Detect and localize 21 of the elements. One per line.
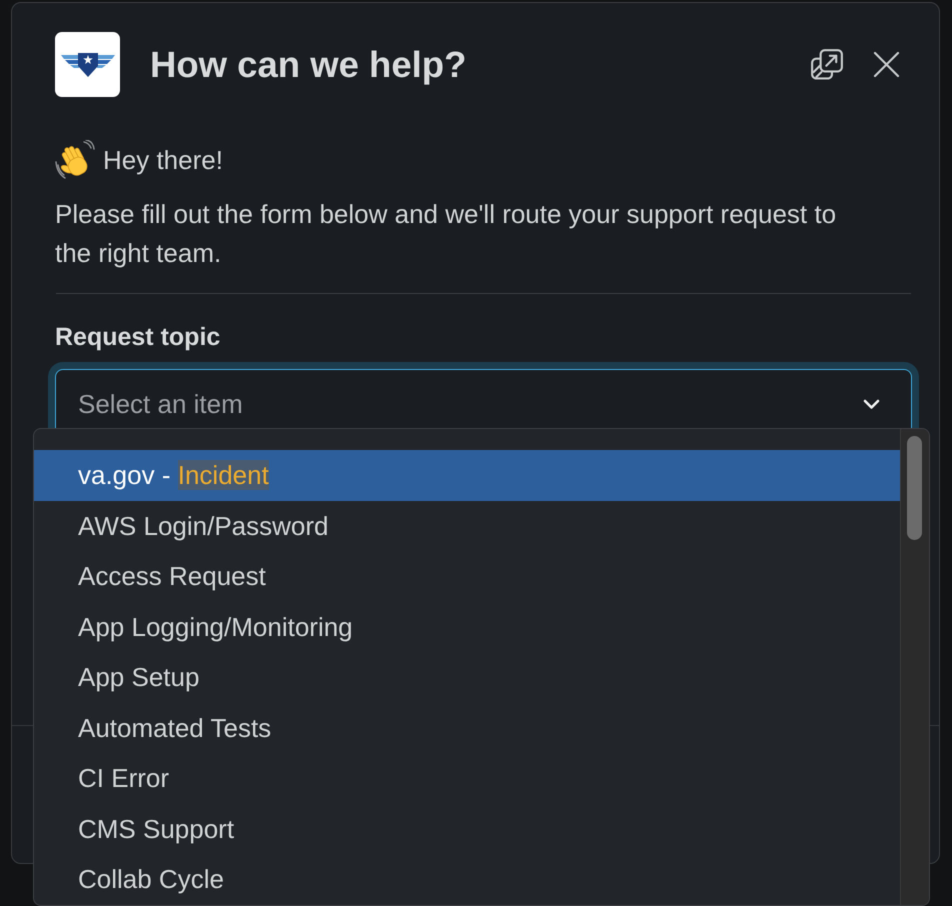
dropdown-option[interactable]: CMS Support (34, 804, 900, 854)
chevron-down-icon (863, 398, 880, 410)
dropdown-option[interactable]: App Setup (34, 652, 900, 702)
waving-hand-icon (55, 140, 95, 180)
winged-star-logo-icon (55, 32, 120, 97)
dropdown-option[interactable]: Automated Tests (34, 702, 900, 753)
dropdown-option[interactable]: AWS Login/Password (34, 500, 900, 551)
greeting-text: Hey there! (103, 145, 223, 175)
popout-button[interactable] (810, 48, 844, 82)
dropdown-option[interactable]: CI Error (34, 753, 900, 804)
dropdown-option[interactable]: va.gov - Incident (34, 450, 900, 500)
dropdown-option[interactable]: Collab Cycle (34, 854, 900, 904)
scrollbar-thumb[interactable] (907, 436, 922, 540)
dropdown-option[interactable]: App Logging/Monitoring (34, 602, 900, 652)
close-button[interactable] (873, 51, 900, 78)
dropdown-option[interactable]: Access Request (34, 551, 900, 602)
close-icon (873, 51, 900, 78)
intro-text: Please fill out the form below and we'll route your support request to the right team. (55, 198, 838, 270)
field-label: Request topic (55, 322, 222, 352)
dialog-title: How can we help? (150, 42, 468, 86)
popout-icon (810, 48, 844, 82)
